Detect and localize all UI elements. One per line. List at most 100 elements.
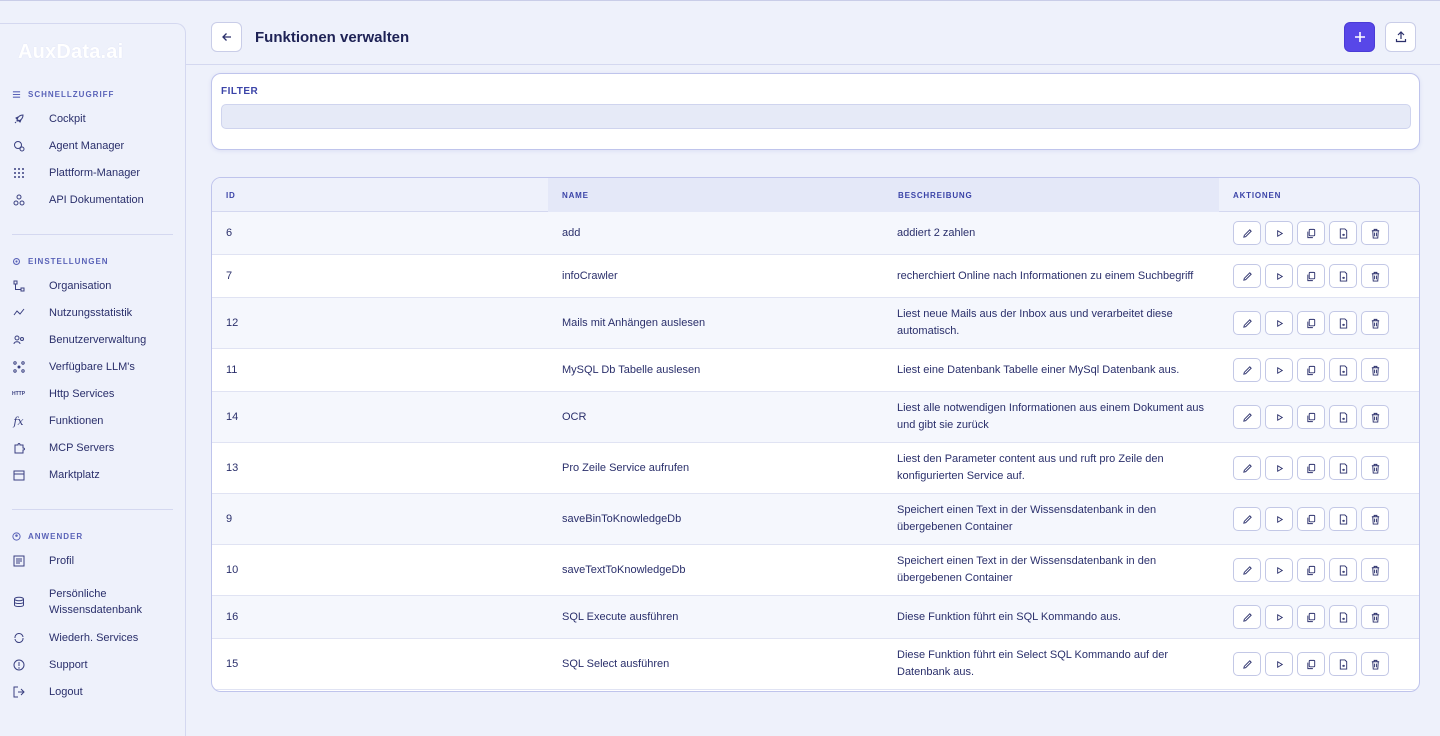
add-function-button[interactable] xyxy=(1344,22,1375,52)
run-button[interactable] xyxy=(1265,221,1293,245)
run-button[interactable] xyxy=(1265,405,1293,429)
duplicate-button[interactable] xyxy=(1297,264,1325,288)
edit-button[interactable] xyxy=(1233,221,1261,245)
duplicate-button[interactable] xyxy=(1297,507,1325,531)
duplicate-button[interactable] xyxy=(1297,456,1325,480)
export-function-button[interactable] xyxy=(1329,264,1357,288)
sidebar-item-plattform-manager[interactable]: Plattform-Manager xyxy=(12,165,174,181)
table-row[interactable]: 12 Mails mit Anhängen auslesen Liest neue … xyxy=(212,298,1419,349)
duplicate-button[interactable] xyxy=(1297,221,1325,245)
sidebar-item-verfuegbare-llms[interactable]: Verfügbare LLM's xyxy=(12,359,174,375)
run-button[interactable] xyxy=(1265,507,1293,531)
duplicate-button[interactable] xyxy=(1297,605,1325,629)
edit-icon xyxy=(1242,565,1253,576)
brand-logo[interactable]: AuxData.ai xyxy=(18,41,123,64)
sidebar-item-logout[interactable]: Logout xyxy=(12,684,174,700)
run-button[interactable] xyxy=(1265,311,1293,335)
export-function-button[interactable] xyxy=(1329,405,1357,429)
delete-button[interactable] xyxy=(1361,221,1389,245)
duplicate-button[interactable] xyxy=(1297,311,1325,335)
sidebar-item-benutzerverwaltung[interactable]: Benutzerverwaltung xyxy=(12,332,174,348)
sidebar-item-nutzungsstatistik[interactable]: Nutzungsstatistik xyxy=(12,305,174,321)
edit-button[interactable] xyxy=(1233,264,1261,288)
export-function-button[interactable] xyxy=(1329,221,1357,245)
sidebar-item-persoenliche-wissensdatenbank[interactable]: Persönliche Wissensdatenbank xyxy=(12,588,174,616)
export-button[interactable] xyxy=(1385,22,1416,52)
export-function-button[interactable] xyxy=(1329,507,1357,531)
users-icon xyxy=(12,334,25,347)
edit-button[interactable] xyxy=(1233,507,1261,531)
delete-button[interactable] xyxy=(1361,652,1389,676)
export-function-button[interactable] xyxy=(1329,652,1357,676)
run-button[interactable] xyxy=(1265,264,1293,288)
duplicate-button[interactable] xyxy=(1297,558,1325,582)
filter-input[interactable] xyxy=(221,104,1411,129)
table-row[interactable]: 14 OCR Liest alle notwendigen Informatione… xyxy=(212,392,1419,443)
run-button[interactable] xyxy=(1265,456,1293,480)
back-button[interactable] xyxy=(211,22,242,52)
sidebar-item-wiederh-services[interactable]: Wiederh. Services xyxy=(12,630,174,646)
run-button[interactable] xyxy=(1265,652,1293,676)
edit-button[interactable] xyxy=(1233,456,1261,480)
delete-button[interactable] xyxy=(1361,605,1389,629)
export-function-button[interactable] xyxy=(1329,605,1357,629)
sidebar-item-cockpit[interactable]: Cockpit xyxy=(12,111,174,127)
export-function-button[interactable] xyxy=(1329,311,1357,335)
run-button[interactable] xyxy=(1265,558,1293,582)
sidebar-item-http-services[interactable]: HTTP Http Services xyxy=(12,386,174,402)
edit-button[interactable] xyxy=(1233,311,1261,335)
sidebar-item-marktplatz[interactable]: Marktplatz xyxy=(12,467,174,483)
delete-button[interactable] xyxy=(1361,405,1389,429)
export-function-button[interactable] xyxy=(1329,456,1357,480)
duplicate-button[interactable] xyxy=(1297,405,1325,429)
cell-description: Speichert einen Text in der Wissensdaten… xyxy=(897,555,1157,584)
delete-button[interactable] xyxy=(1361,558,1389,582)
copy-icon xyxy=(1306,463,1317,474)
sidebar-item-mcp-servers[interactable]: MCP Servers xyxy=(12,440,174,456)
duplicate-button[interactable] xyxy=(1297,358,1325,382)
sidebar-item-funktionen[interactable]: fx Funktionen xyxy=(12,413,174,429)
sidebar: AuxData.ai SCHNELLZUGRIFF Cockpit Agent … xyxy=(0,23,186,736)
delete-button[interactable] xyxy=(1361,311,1389,335)
edit-button[interactable] xyxy=(1233,652,1261,676)
run-button[interactable] xyxy=(1265,358,1293,382)
table-row[interactable]: 9 saveBinToKnowledgeDb Speichert einen Tex… xyxy=(212,494,1419,545)
cell-id: 13 xyxy=(226,461,239,474)
plus-icon xyxy=(1354,32,1365,42)
table-row[interactable]: 16 SQL Execute ausführen Diese Funktion fü… xyxy=(212,596,1419,639)
sidebar-item-support[interactable]: Support xyxy=(12,657,174,673)
column-header-beschreibung[interactable]: BESCHREIBUNG xyxy=(884,178,1219,212)
edit-button[interactable] xyxy=(1233,405,1261,429)
duplicate-button[interactable] xyxy=(1297,652,1325,676)
database-icon xyxy=(12,595,25,608)
delete-button[interactable] xyxy=(1361,507,1389,531)
stats-icon xyxy=(12,307,25,320)
http-icon: HTTP xyxy=(11,391,26,397)
column-header-id[interactable]: ID xyxy=(212,178,548,212)
sidebar-item-profil[interactable]: Profil xyxy=(12,553,174,569)
delete-button[interactable] xyxy=(1361,456,1389,480)
export-function-button[interactable] xyxy=(1329,558,1357,582)
cell-id: 10 xyxy=(226,563,239,576)
sidebar-item-organisation[interactable]: Organisation xyxy=(12,278,174,294)
cell-name: infoCrawler xyxy=(562,269,618,282)
export-function-button[interactable] xyxy=(1329,358,1357,382)
sidebar-item-agent-manager[interactable]: Agent Manager xyxy=(12,138,174,154)
table-row[interactable]: 15 SQL Select ausführen Diese Funktion füh… xyxy=(212,639,1419,690)
run-button[interactable] xyxy=(1265,605,1293,629)
support-icon xyxy=(12,659,25,672)
delete-button[interactable] xyxy=(1361,264,1389,288)
table-row[interactable]: 13 Pro Zeile Service aufrufen Liest den Pa… xyxy=(212,443,1419,494)
cell-description: Liest alle notwendigen Informationen aus… xyxy=(897,402,1204,431)
column-header-name[interactable]: NAME xyxy=(548,178,884,212)
delete-button[interactable] xyxy=(1361,358,1389,382)
table-row[interactable]: 10 saveTextToKnowledgeDb Speichert einen T… xyxy=(212,545,1419,596)
table-row[interactable]: 6 add addiert 2 zahlen xyxy=(212,212,1419,255)
section-title-anwender: ANWENDER xyxy=(12,532,83,541)
table-row[interactable]: 7 infoCrawler recherchiert Online nach Inf… xyxy=(212,255,1419,298)
edit-button[interactable] xyxy=(1233,558,1261,582)
table-row[interactable]: 11 MySQL Db Tabelle auslesen Liest eine Da… xyxy=(212,349,1419,392)
edit-button[interactable] xyxy=(1233,358,1261,382)
edit-button[interactable] xyxy=(1233,605,1261,629)
sidebar-item-api-dokumentation[interactable]: API Dokumentation xyxy=(12,192,174,208)
